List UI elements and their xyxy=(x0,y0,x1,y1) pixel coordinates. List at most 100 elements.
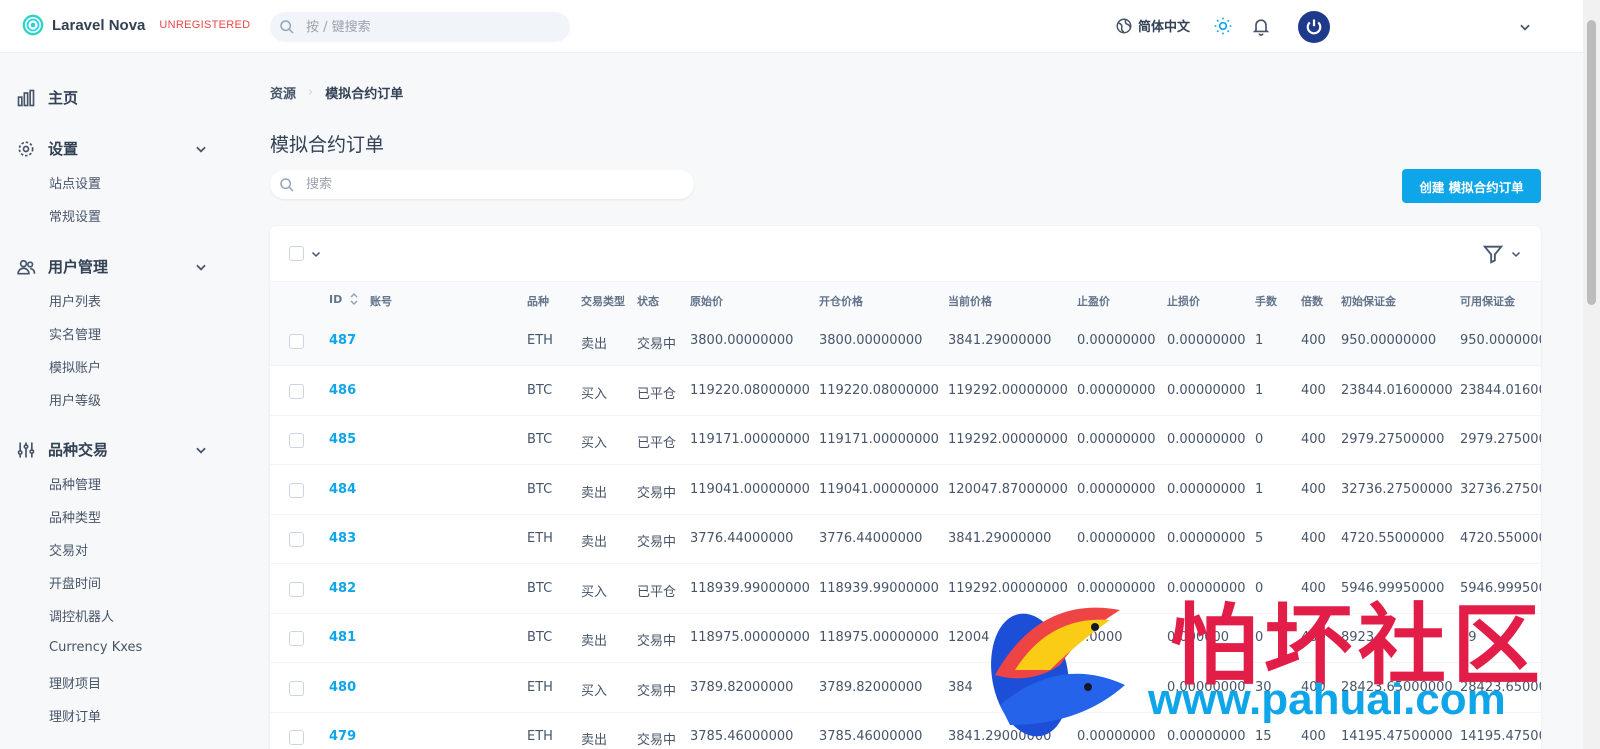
order-id-link[interactable]: 484 xyxy=(329,482,356,497)
sidebar-item-symbols[interactable]: 品种管理 xyxy=(49,474,101,493)
table-row[interactable]: 487 ETH 卖出 交易中 3800.00000000 3800.00000000 384… xyxy=(270,317,1541,366)
table-cell-symbol: ETH xyxy=(527,679,553,695)
row-checkbox[interactable] xyxy=(289,532,304,547)
row-checkbox[interactable] xyxy=(289,680,304,696)
table-cell-symbol: ETH xyxy=(527,333,553,348)
table-row[interactable]: 484 BTC 卖出 交易中 119041.00000000 119041.0000000… xyxy=(270,466,1541,515)
table-cell-lots: 1 xyxy=(1255,333,1264,348)
order-id-link[interactable]: 480 xyxy=(329,680,356,695)
select-all-dropdown[interactable] xyxy=(289,246,322,261)
notifications-button[interactable] xyxy=(1251,16,1271,40)
page-title: 模拟合约订单 xyxy=(270,134,385,156)
column-header: 账号 xyxy=(370,295,392,308)
table-row[interactable]: 483 ETH 卖出 交易中 3776.44000000 3776.44000000 384… xyxy=(270,515,1541,564)
row-checkbox[interactable] xyxy=(289,730,304,745)
column-header: 初始保证金 xyxy=(1341,295,1396,308)
table-cell-current: 119292.00000000 xyxy=(948,432,1068,447)
search-icon xyxy=(280,20,294,34)
table-cell-leverage: 400 xyxy=(1301,432,1326,447)
table-cell-status: 交易中 xyxy=(637,634,677,649)
order-id-link[interactable]: 482 xyxy=(329,581,356,596)
table-cell-status: 交易中 xyxy=(637,535,677,550)
row-checkbox[interactable] xyxy=(289,433,304,448)
sidebar-item-wealth-orders[interactable]: 理财订单 xyxy=(49,706,101,725)
theme-toggle[interactable] xyxy=(1213,16,1233,40)
resource-search[interactable] xyxy=(270,170,694,199)
table-cell-lots: 0 xyxy=(1255,432,1264,447)
sidebar-item-user-levels[interactable]: 用户等级 xyxy=(49,390,101,409)
table-cell-symbol: BTC xyxy=(527,432,553,447)
sidebar-item-robots[interactable]: 调控机器人 xyxy=(49,606,114,625)
scrollbar-thumb[interactable] xyxy=(1587,20,1596,305)
table-cell-original: 119171.00000000 xyxy=(690,432,810,447)
table-cell-open: 3776.44000000 xyxy=(819,531,923,546)
avatar[interactable] xyxy=(1298,11,1330,43)
table-cell-current: 119292.00000000 xyxy=(948,382,1068,398)
sidebar-item-open-hours[interactable]: 开盘时间 xyxy=(49,573,101,592)
table-cell-avail-margin: 4720.550000 xyxy=(1460,531,1541,546)
column-header: 手数 xyxy=(1255,295,1277,308)
order-id-link[interactable]: 479 xyxy=(329,729,356,744)
sidebar-item-symbol-types[interactable]: 品种类型 xyxy=(49,507,101,526)
order-id-link[interactable]: 483 xyxy=(329,531,356,546)
table-cell-init-margin: 23844.01600000 xyxy=(1341,382,1453,398)
table-row[interactable]: 486 BTC 买入 已平仓 119220.08000000 119220.0800000… xyxy=(270,367,1541,416)
unregistered-badge: UNREGISTERED xyxy=(159,19,251,31)
resource-search-input[interactable] xyxy=(306,170,676,199)
fish-logo-icon xyxy=(991,607,1125,737)
order-id-link[interactable]: 485 xyxy=(329,432,356,447)
user-menu-chevron[interactable] xyxy=(1518,19,1532,38)
column-header: 状态 xyxy=(637,295,659,308)
column-header: 交易类型 xyxy=(581,295,625,308)
table-cell-status: 交易中 xyxy=(637,485,677,501)
table-cell-avail-margin: 950.0000000 xyxy=(1460,333,1541,348)
sidebar-item-kyc[interactable]: 实名管理 xyxy=(49,324,101,343)
row-checkbox[interactable] xyxy=(289,631,304,646)
sidebar-item-wealth-products[interactable]: 理财项目 xyxy=(49,673,101,692)
row-checkbox[interactable] xyxy=(289,482,304,498)
column-header[interactable]: ID xyxy=(329,293,342,306)
language-label: 简体中文 xyxy=(1138,20,1191,35)
sidebar-item-site-settings[interactable]: 站点设置 xyxy=(49,173,101,192)
row-checkbox[interactable] xyxy=(289,383,304,399)
sidebar-item-currency-kxes[interactable]: Currency Kxes xyxy=(49,640,142,655)
sidebar-item-general-settings[interactable]: 常规设置 xyxy=(49,206,101,225)
table-cell-symbol: ETH xyxy=(527,531,553,546)
table-row[interactable]: 485 BTC 买入 已平仓 119171.00000000 119171.0000000… xyxy=(270,416,1541,465)
table-cell-status: 已平仓 xyxy=(637,386,677,402)
sidebar-item-user-list[interactable]: 用户列表 xyxy=(49,291,101,310)
table-cell-status: 交易中 xyxy=(637,733,677,748)
table-cell-leverage: 400 xyxy=(1301,531,1326,546)
global-search-input[interactable] xyxy=(306,12,556,42)
watermark: 怕坏社区 www.pahuai.com xyxy=(970,575,1590,749)
sidebar-group-trading[interactable]: 品种交易 xyxy=(16,439,216,460)
table-cell-leverage: 400 xyxy=(1301,382,1326,398)
select-all-checkbox[interactable] xyxy=(289,246,304,261)
filter-button[interactable] xyxy=(1482,243,1522,265)
sidebar-item-label: 设置 xyxy=(48,140,79,158)
breadcrumb-separator-icon: › xyxy=(308,85,314,100)
table-cell-type: 卖出 xyxy=(581,485,608,501)
table-cell-type: 买入 xyxy=(581,386,608,402)
language-switcher[interactable]: 简体中文 xyxy=(1115,16,1190,35)
order-id-link[interactable]: 486 xyxy=(329,383,356,398)
breadcrumb-root[interactable]: 资源 xyxy=(270,83,296,102)
order-id-link[interactable]: 487 xyxy=(329,333,356,348)
chevron-down-icon xyxy=(196,264,206,271)
table-cell-type: 卖出 xyxy=(581,337,608,352)
bell-icon xyxy=(1252,19,1270,36)
create-order-button[interactable]: 创建 模拟合约订单 xyxy=(1402,169,1541,203)
order-id-link[interactable]: 481 xyxy=(329,630,356,645)
sidebar-item-pairs[interactable]: 交易对 xyxy=(49,540,88,559)
sidebar-group-settings[interactable]: 设置 xyxy=(16,138,216,159)
sidebar-item-home[interactable]: 主页 xyxy=(16,87,216,108)
sidebar-item-label: 品种交易 xyxy=(48,441,109,459)
row-checkbox[interactable] xyxy=(289,334,304,349)
sort-icon[interactable] xyxy=(349,292,359,306)
brand[interactable]: Laravel Nova UNREGISTERED xyxy=(22,14,250,36)
global-search[interactable] xyxy=(270,12,570,42)
sidebar-item-demo-accounts[interactable]: 模拟账户 xyxy=(49,357,101,376)
nova-logo-icon xyxy=(22,14,44,36)
sidebar-group-user-management[interactable]: 用户管理 xyxy=(16,256,216,277)
row-checkbox[interactable] xyxy=(289,581,304,597)
